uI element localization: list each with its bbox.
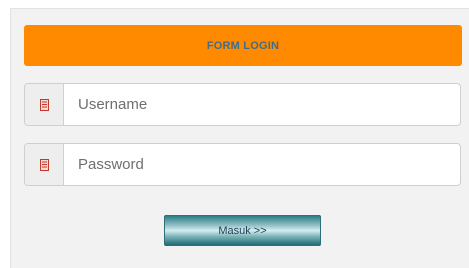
password-input[interactable] bbox=[64, 144, 460, 185]
id-card-icon bbox=[39, 158, 49, 171]
username-field-group bbox=[24, 83, 461, 126]
masuk-button[interactable]: Masuk >> bbox=[164, 215, 321, 246]
form-title: FORM LOGIN bbox=[206, 39, 280, 52]
password-addon bbox=[25, 144, 64, 185]
username-addon bbox=[25, 84, 64, 125]
password-field-group bbox=[24, 143, 461, 186]
masuk-button-label: Masuk >> bbox=[218, 224, 267, 237]
form-header: FORM LOGIN bbox=[24, 25, 462, 66]
username-input[interactable] bbox=[64, 84, 460, 125]
id-card-icon bbox=[39, 98, 49, 111]
